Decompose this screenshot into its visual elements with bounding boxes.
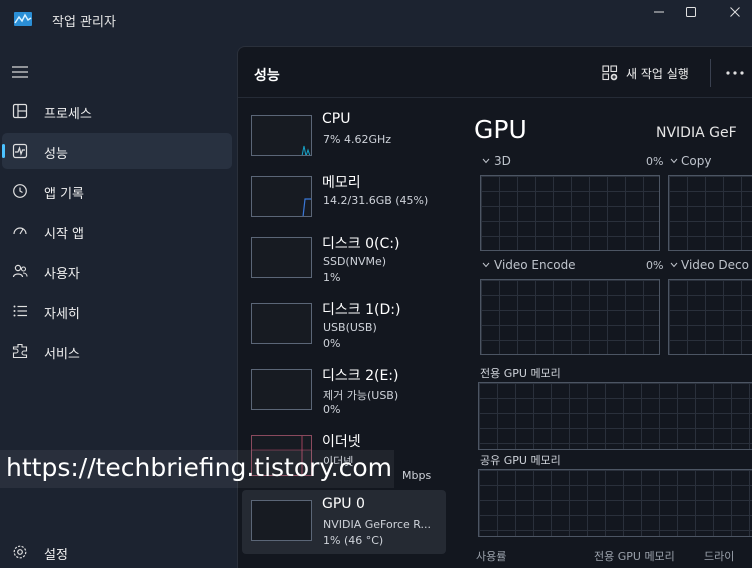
engine-graph-video-encode: [480, 279, 660, 355]
device-name: GPU 0: [322, 496, 365, 512]
device-detail: 7% 4.62GHz: [323, 133, 392, 146]
shared-memory-label: 공유 GPU 메모리: [480, 454, 561, 467]
sidebar-item-label: 서비스: [44, 347, 80, 362]
performance-panel: 성능 새 작업 실행 CPU 7% 4.62GHz 메모리 14.2/31.6G…: [237, 46, 752, 568]
window-title: 작업 관리자: [52, 15, 116, 30]
engine-label-video-encode[interactable]: Video Encode: [494, 258, 576, 272]
device-usage: 0%: [323, 403, 341, 416]
device-name: CPU: [322, 111, 351, 127]
dedicated-memory-label: 전용 GPU 메모리: [480, 367, 561, 380]
more-icon: [726, 71, 744, 75]
sidebar-item-app-history[interactable]: 앱 기록: [2, 173, 232, 209]
more-options-button[interactable]: [724, 63, 746, 83]
run-new-task-button[interactable]: 새 작업 실행: [602, 61, 689, 85]
chevron-down-icon[interactable]: [482, 158, 490, 164]
device-name: 이더넷: [322, 434, 361, 450]
device-name: 디스크 2(E:): [322, 368, 399, 384]
sidebar-item-label: 설정: [44, 548, 68, 563]
minimize-icon: [654, 11, 664, 13]
device-name: 디스크 1(D:): [322, 302, 401, 318]
chevron-down-icon[interactable]: [482, 262, 490, 268]
device-item-memory[interactable]: 메모리 14.2/31.6GB (45%): [242, 166, 446, 230]
engine-pct-video-encode: 0%: [646, 259, 664, 272]
maximize-button[interactable]: [668, 0, 714, 24]
device-item-disk-0[interactable]: 디스크 0(C:) SSD(NVMe) 1%: [242, 227, 446, 291]
toolbar-divider: [710, 59, 711, 87]
device-item-disk-1[interactable]: 디스크 1(D:) USB(USB) 0%: [242, 293, 446, 357]
utilization-label: 사용률: [476, 550, 507, 563]
app-history-icon: [13, 184, 27, 198]
device-usage: 1% (46 °C): [323, 534, 384, 547]
engine-label-3d[interactable]: 3D: [494, 154, 511, 168]
detail-title: GPU: [474, 115, 527, 144]
memory-thumbnail-graph: [251, 176, 312, 217]
close-button[interactable]: [712, 0, 752, 24]
header-divider: [238, 97, 752, 98]
device-name: 메모리: [322, 175, 361, 191]
sidebar-item-label: 시작 앱: [44, 227, 85, 242]
details-icon: [13, 305, 27, 317]
device-item-disk-2[interactable]: 디스크 2(E:) 제거 가능(USB) 0%: [242, 359, 446, 423]
sidebar-item-label: 자세히: [44, 307, 80, 322]
title-bar: 작업 관리자: [0, 0, 752, 40]
device-detail: 제거 가능(USB): [323, 389, 399, 402]
device-detail: NVIDIA GeForce R...: [323, 518, 432, 531]
device-item-gpu-0[interactable]: GPU 0 NVIDIA GeForce R... 1% (46 °C): [242, 490, 446, 554]
device-name: 디스크 0(C:): [322, 236, 400, 252]
task-manager-app-icon: [14, 12, 32, 26]
sidebar-item-startup-apps[interactable]: 시작 앱: [2, 213, 232, 249]
new-task-icon: [602, 65, 618, 81]
sidebar-item-processes[interactable]: 프로세스: [2, 93, 232, 129]
disk-0-thumbnail-graph: [251, 237, 312, 278]
engine-graph-3d: [480, 175, 660, 251]
sidebar-item-label: 성능: [44, 147, 68, 162]
sidebar-item-label: 사용자: [44, 267, 80, 282]
dedicated-memory-graph: [478, 382, 752, 450]
startup-apps-icon: [13, 227, 27, 235]
device-usage: 0%: [323, 337, 341, 350]
maximize-icon: [686, 7, 696, 17]
device-usage: 1%: [323, 271, 341, 284]
close-icon: [730, 7, 740, 17]
chevron-down-icon[interactable]: [670, 158, 678, 164]
disk-2-thumbnail-graph: [251, 369, 312, 410]
device-detail: USB(USB): [323, 321, 377, 334]
watermark: https://techbriefing.tistory.com: [0, 450, 394, 488]
disk-1-thumbnail-graph: [251, 303, 312, 344]
device-detail: SSD(NVMe): [323, 255, 387, 268]
processes-icon: [12, 103, 28, 119]
watermark-text: https://techbriefing.tistory.com: [6, 453, 392, 482]
performance-icon: [12, 143, 28, 159]
device-detail: 14.2/31.6GB (45%): [323, 194, 429, 207]
sidebar-item-label: 앱 기록: [44, 187, 85, 202]
dedicated-memory-stat-label: 전용 GPU 메모리: [594, 550, 675, 563]
engine-label-video-decode[interactable]: Video Deco: [681, 258, 749, 272]
engine-pct-3d: 0%: [646, 155, 664, 168]
hamburger-menu-button[interactable]: [12, 64, 28, 78]
engine-graph-copy: [668, 175, 752, 251]
shared-memory-graph: [478, 469, 752, 537]
services-icon: [12, 343, 28, 359]
hamburger-icon: [12, 66, 28, 78]
gpu-thumbnail-graph: [251, 500, 312, 541]
engine-label-copy[interactable]: Copy: [681, 154, 711, 168]
run-new-task-label: 새 작업 실행: [626, 66, 689, 81]
gpu-model-name: NVIDIA GeF: [656, 125, 737, 141]
page-title: 성능: [254, 68, 280, 84]
engine-graph-video-decode: [668, 279, 752, 355]
sidebar-item-services[interactable]: 서비스: [2, 333, 232, 369]
gear-icon: [13, 545, 27, 559]
driver-stat-label: 드라이: [704, 550, 735, 563]
sidebar-item-label: 프로세스: [44, 107, 92, 122]
cpu-thumbnail-graph: [251, 115, 312, 156]
device-item-cpu[interactable]: CPU 7% 4.62GHz: [242, 105, 446, 169]
users-icon: [12, 264, 28, 278]
sidebar-item-details[interactable]: 자세히: [2, 293, 232, 329]
sidebar-item-users[interactable]: 사용자: [2, 253, 232, 289]
chevron-down-icon[interactable]: [670, 262, 678, 268]
sidebar-item-settings[interactable]: 설정: [2, 534, 232, 568]
device-throughput: Mbps: [402, 469, 432, 482]
sidebar-item-performance[interactable]: 성능: [2, 133, 232, 169]
